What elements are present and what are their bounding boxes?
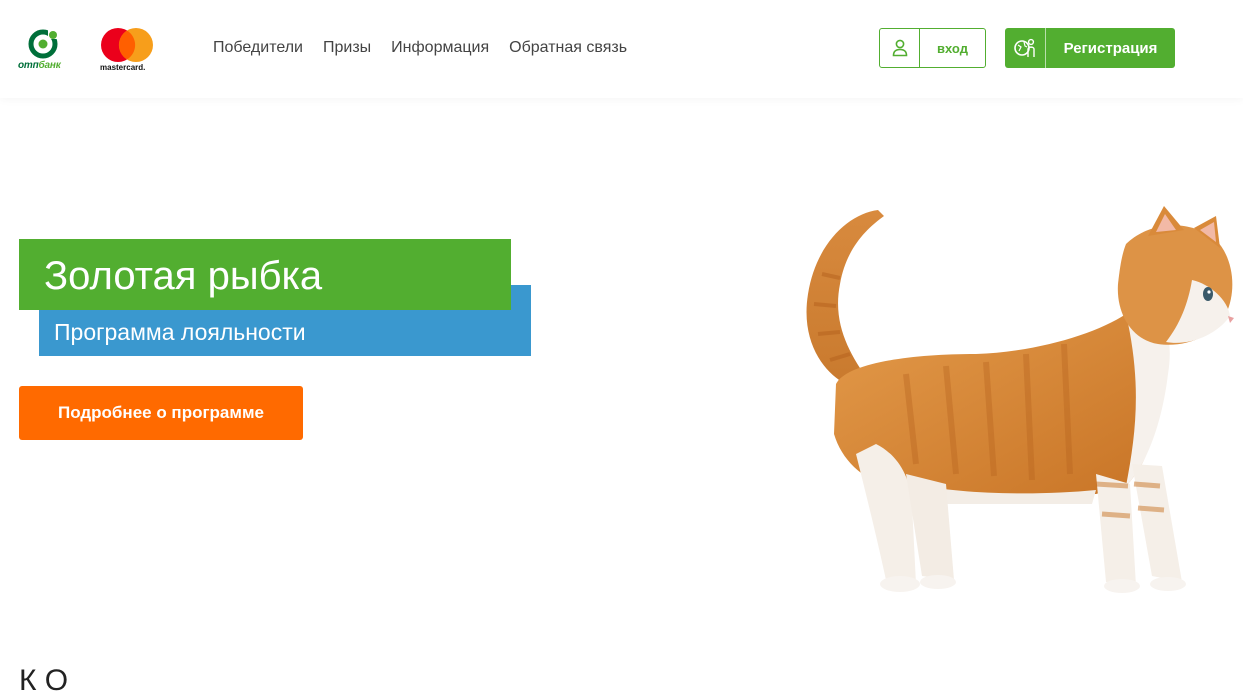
nav-info-link[interactable]: Информация	[391, 38, 489, 58]
register-label: Регистрация	[1063, 39, 1158, 57]
nav-feedback-link[interactable]: Обратная связь	[509, 38, 627, 58]
hero-title: Золотая рыбка	[44, 254, 323, 298]
kitten-image	[806, 206, 1234, 593]
nav-prizes-link[interactable]: Призы	[323, 38, 371, 58]
register-icon-cell	[1005, 28, 1046, 68]
site-header: отпбанк mastercard. Победители Призы Инф…	[0, 0, 1243, 98]
register-button[interactable]: Регистрация	[1005, 28, 1175, 68]
login-icon-cell	[880, 29, 920, 67]
nav-winners-link[interactable]: Победители	[213, 38, 303, 58]
otp-bank-logo-text: отпбанк	[18, 60, 61, 71]
mastercard-logo: mastercard.	[96, 27, 160, 75]
mastercard-logo-icon	[101, 28, 153, 62]
section-heading: К О	[19, 664, 69, 697]
hero-subtitle: Программа лояльности	[54, 319, 306, 345]
mastercard-logo-text: mastercard.	[100, 63, 146, 72]
more-about-program-button[interactable]: Подробнее о программе	[19, 386, 303, 440]
otp-bank-logo-icon	[28, 29, 58, 59]
main-nav: Победители Призы Информация Обратная свя…	[213, 38, 627, 58]
login-button[interactable]: вход	[879, 28, 986, 68]
register-person-icon	[1014, 38, 1035, 57]
otp-bank-logo[interactable]: отпбанк	[18, 27, 78, 75]
login-label: вход	[937, 40, 968, 56]
user-icon	[892, 39, 907, 57]
